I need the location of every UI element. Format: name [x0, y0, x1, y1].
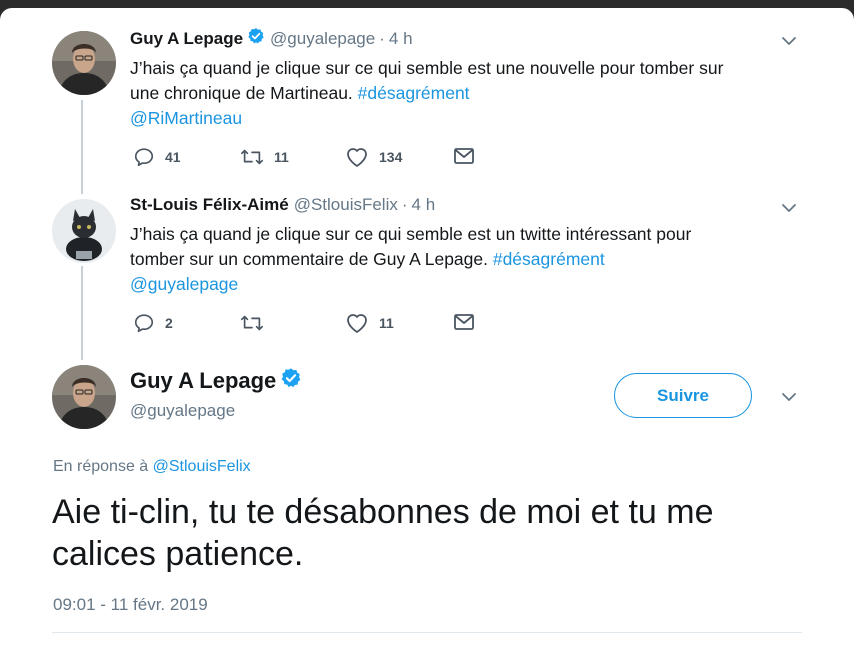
reply-count: 2	[165, 315, 173, 331]
like-button[interactable]: 11	[345, 312, 394, 334]
separator: ·	[401, 195, 408, 214]
author-handle[interactable]: @guyalepage	[130, 401, 235, 421]
like-button[interactable]: 134	[345, 146, 402, 168]
follow-button[interactable]: Suivre	[614, 373, 752, 418]
retweet-count: 11	[274, 149, 289, 165]
reply-count: 41	[165, 149, 181, 165]
tweet-text-line: J’hais ça quand je clique sur ce qui sem…	[130, 58, 724, 78]
avatar[interactable]	[52, 199, 116, 263]
tweet-timestamp[interactable]: 09:01 - 11 févr. 2019	[53, 595, 208, 615]
tweet-text-segment: tomber sur un commentaire de Guy A Lepag…	[130, 249, 493, 269]
tweet-time[interactable]: 4 h	[412, 195, 436, 215]
author-name[interactable]: Guy A Lepage	[130, 368, 276, 394]
tweet-header: St-Louis Félix-Aimé @StlouisFelix · 4 h	[130, 195, 435, 215]
author-name[interactable]: St-Louis Félix-Aimé	[130, 195, 289, 215]
tweet-text-line: une chronique de Martineau. #désagrément	[130, 81, 810, 106]
tweet-time[interactable]: 4 h	[389, 29, 413, 49]
author-handle[interactable]: @guyalepage	[270, 29, 375, 49]
mention-link[interactable]: @RiMartineau	[130, 108, 242, 128]
reply-icon	[134, 314, 154, 333]
retweet-button[interactable]: 11	[240, 146, 289, 168]
envelope-icon	[454, 314, 474, 330]
main-tweet-text: Aie ti-clin, tu te désabonnes de moi et …	[52, 493, 714, 573]
dm-button[interactable]	[453, 146, 475, 166]
chevron-down-icon[interactable]	[780, 32, 798, 50]
main-tweet-author: Guy A Lepage	[130, 367, 302, 394]
tweet-text: J’hais ça quand je clique sur ce qui sem…	[130, 56, 810, 131]
mention-link[interactable]: @guyalepage	[130, 274, 238, 294]
retweet-button[interactable]	[240, 312, 264, 334]
mention-link[interactable]: @StlouisFelix	[153, 458, 251, 475]
tweet-thread-card: Guy A Lepage @guyalepage · 4 h J’hais ça…	[0, 8, 854, 648]
chevron-down-icon[interactable]	[780, 388, 798, 406]
tweet-text-line: tomber sur un commentaire de Guy A Lepag…	[130, 247, 810, 272]
tweet-text: J’hais ça quand je clique sur ce qui sem…	[130, 222, 810, 297]
thread-line	[81, 266, 83, 360]
reply-context: En réponse à @StlouisFelix	[53, 458, 251, 476]
verified-badge-icon	[280, 367, 302, 394]
hashtag-link[interactable]: #désagrément	[493, 249, 605, 269]
reply-button[interactable]: 41	[133, 146, 181, 168]
dm-button[interactable]	[453, 312, 475, 332]
heart-icon	[347, 314, 367, 333]
tweet-header: Guy A Lepage @guyalepage · 4 h	[130, 27, 413, 50]
like-count: 134	[379, 149, 403, 165]
tweet-text-segment: une chronique de Martineau.	[130, 83, 358, 103]
envelope-icon	[454, 148, 474, 164]
avatar[interactable]	[52, 365, 116, 429]
author-handle[interactable]: @StlouisFelix	[294, 195, 398, 215]
reply-prefix: En réponse à	[53, 458, 153, 475]
hashtag-link[interactable]: #désagrément	[358, 83, 470, 103]
author-name[interactable]: Guy A Lepage	[130, 29, 243, 49]
separator: ·	[379, 28, 385, 48]
like-count: 11	[379, 315, 394, 331]
retweet-icon	[241, 149, 263, 165]
divider	[52, 632, 802, 633]
thread-line	[81, 100, 83, 194]
avatar[interactable]	[52, 31, 116, 95]
reply-button[interactable]: 2	[133, 312, 173, 334]
chevron-down-icon[interactable]	[780, 199, 798, 217]
retweet-icon	[241, 315, 263, 331]
heart-icon	[347, 148, 367, 167]
tweet-text-line: J’hais ça quand je clique sur ce qui sem…	[130, 224, 692, 244]
verified-badge-icon	[247, 27, 265, 50]
reply-icon	[134, 148, 154, 167]
